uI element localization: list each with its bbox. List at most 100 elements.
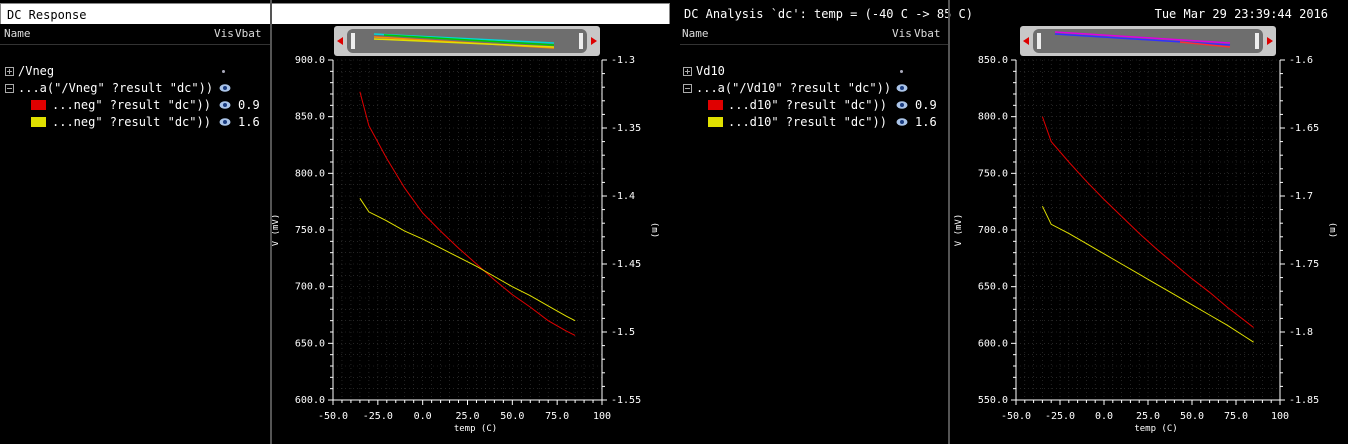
x-tick-label: 75.0 [1224, 411, 1248, 422]
y2-tick-label: -1.85 [1289, 395, 1319, 406]
eye-icon[interactable] [219, 83, 231, 93]
visibility-dot-icon[interactable] [222, 70, 225, 73]
tree-item-label: ...a("/Vneg" ?result "dc")) [18, 81, 214, 95]
x-tick-label: -50.0 [1001, 411, 1031, 422]
dc-response-chart[interactable]: -50.0 -25.0 0.0 25.0 50.0 75.0 100 600.0 650.0 70… [272, 24, 672, 444]
plot-area[interactable]: -50.0 -25.0 0.0 25.0 50.0 75.0 100 550.0 600.0 65… [950, 24, 1348, 444]
trace-color-swatch [708, 117, 723, 127]
x-tick-label: -50.0 [318, 411, 348, 422]
tree-item-param-sweep[interactable]: ...a("/Vd10" ?result "dc")) [680, 80, 948, 97]
vbat-value: 0.9 [238, 98, 260, 112]
column-vbat[interactable]: Vbat [235, 25, 262, 43]
tree-header: Name Vis Vbat [680, 24, 948, 45]
x-tick-label: -25.0 [363, 411, 393, 422]
y2-tick-label: -1.65 [1289, 123, 1319, 134]
y-tick-label: 850.0 [295, 112, 325, 123]
y2-tick-label: -1.55 [611, 395, 641, 406]
tree-header: Name Vis Vbat [0, 24, 270, 45]
y2-tick-label: -1.8 [1289, 327, 1313, 338]
window-title: DC Response [7, 8, 87, 22]
tree-item-vbat-1.6[interactable]: ...neg" ?result "dc")) 1.6 [0, 114, 270, 131]
tree-item-label: ...neg" ?result "dc")) [52, 98, 211, 112]
signal-tree[interactable]: Name Vis Vbat Vd10 ...a("/Vd10" ?result … [680, 24, 948, 444]
y-tick-label: 750.0 [295, 225, 325, 236]
x-tick-label: 0.0 [1095, 411, 1113, 422]
column-vbat[interactable]: Vbat [914, 25, 941, 43]
y-tick-label: 600.0 [295, 395, 325, 406]
column-name[interactable]: Name [682, 25, 709, 43]
collapse-icon[interactable] [683, 84, 692, 93]
y2-axis-label: (m) [1327, 222, 1337, 238]
tree-item-vbat-0.9[interactable]: ...neg" ?result "dc")) 0.9 [0, 97, 270, 114]
y2-tick-label: -1.35 [611, 123, 641, 134]
y-tick-label: 900.0 [295, 55, 325, 66]
expand-icon[interactable] [683, 67, 692, 76]
expand-icon[interactable] [5, 67, 14, 76]
y-tick-label: 700.0 [978, 225, 1008, 236]
y2-tick-label: -1.6 [1289, 55, 1313, 66]
y2-tick-label: -1.4 [611, 191, 635, 202]
timestamp: Tue Mar 29 23:39:44 2016 [1154, 7, 1328, 21]
y-tick-label: 850.0 [978, 55, 1008, 66]
x-tick-label: 0.0 [414, 411, 432, 422]
series-line-1.6 [1041, 205, 1254, 343]
signal-tree[interactable]: Name Vis Vbat /Vneg ...a("/Vneg" ?result… [0, 24, 270, 444]
trace-color-swatch [708, 100, 723, 110]
analysis-title: DC Analysis `dc': temp = (-40 C -> 85 C) [684, 7, 973, 21]
dc-analysis-chart[interactable]: -50.0 -25.0 0.0 25.0 50.0 75.0 100 550.0 600.0 65… [950, 24, 1348, 444]
tree-item-vbat-0.9[interactable]: ...d10" ?result "dc")) 0.9 [680, 97, 948, 114]
right-window: DC Analysis `dc': temp = (-40 C -> 85 C)… [680, 0, 1348, 444]
tree-item-label: ...d10" ?result "dc")) [728, 98, 887, 112]
window-gap [672, 0, 680, 444]
vbat-value: 1.6 [915, 115, 937, 129]
plot-area[interactable]: -50.0 -25.0 0.0 25.0 50.0 75.0 100 600.0 650.0 70… [272, 24, 672, 444]
y-tick-label: 800.0 [978, 112, 1008, 123]
tree-item-label: ...a("/Vd10" ?result "dc")) [696, 81, 892, 95]
eye-icon[interactable] [219, 100, 231, 110]
x-tick-label: 50.0 [500, 411, 524, 422]
trace-color-swatch [31, 100, 46, 110]
eye-icon[interactable] [219, 117, 231, 127]
column-vis[interactable]: Vis [214, 25, 234, 43]
eye-icon[interactable] [896, 117, 908, 127]
tree-item-vbat-1.6[interactable]: ...d10" ?result "dc")) 1.6 [680, 114, 948, 131]
tree-item-param-sweep[interactable]: ...a("/Vneg" ?result "dc")) [0, 80, 270, 97]
y2-tick-label: -1.75 [1289, 259, 1319, 270]
right-window-titlebar[interactable]: DC Analysis `dc': temp = (-40 C -> 85 C)… [680, 3, 1348, 25]
eye-icon[interactable] [896, 83, 908, 93]
x-axis-label: temp (C) [454, 424, 497, 434]
y2-tick-label: -1.45 [611, 259, 641, 270]
grid [332, 59, 603, 401]
y-tick-label: 700.0 [295, 282, 325, 293]
tree-item-label: ...neg" ?result "dc")) [52, 115, 211, 129]
x-axis-label: temp (C) [1134, 424, 1177, 434]
vbat-value: 1.6 [238, 115, 260, 129]
left-window: DC Response Name Vis Vbat /Vneg ...a("/V… [0, 0, 672, 444]
y2-tick-label: -1.7 [1289, 191, 1313, 202]
column-name[interactable]: Name [4, 25, 31, 43]
grid [1015, 59, 1281, 401]
tree-item-label: ...d10" ?result "dc")) [728, 115, 887, 129]
visibility-dot-icon[interactable] [900, 70, 903, 73]
eye-icon[interactable] [896, 100, 908, 110]
y-tick-label: 650.0 [295, 338, 325, 349]
overview-scroller[interactable] [1020, 26, 1276, 56]
tree-item-vneg[interactable]: /Vneg [0, 63, 270, 80]
tree-item-label: Vd10 [696, 64, 725, 78]
collapse-icon[interactable] [5, 84, 14, 93]
tree-item-vd10[interactable]: Vd10 [680, 63, 948, 80]
x-tick-label: 100 [593, 411, 611, 422]
y2-tick-label: -1.3 [611, 55, 635, 66]
x-tick-label: -25.0 [1045, 411, 1075, 422]
y2-axis-label: (m) [649, 222, 659, 238]
overview-scroller[interactable] [334, 26, 600, 56]
y-tick-label: 750.0 [978, 168, 1008, 179]
column-vis[interactable]: Vis [892, 25, 912, 43]
y-axis-label: V (mV) [954, 214, 964, 247]
x-tick-label: 25.0 [455, 411, 479, 422]
x-tick-label: 50.0 [1180, 411, 1204, 422]
y2-tick-label: -1.5 [611, 327, 635, 338]
x-tick-label: 75.0 [545, 411, 569, 422]
y-tick-label: 550.0 [978, 395, 1008, 406]
y-tick-label: 650.0 [978, 282, 1008, 293]
